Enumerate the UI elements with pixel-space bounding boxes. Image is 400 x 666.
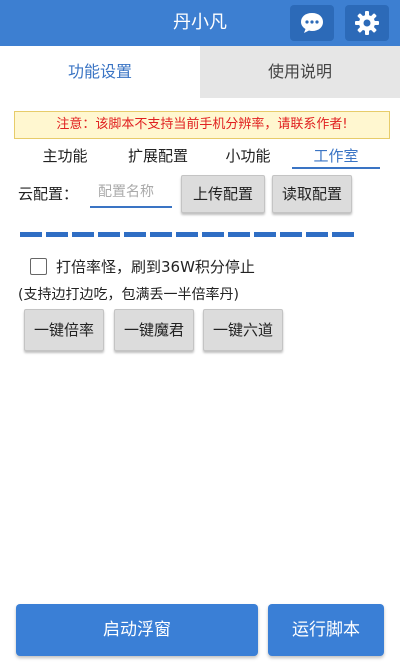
main-tabs: 功能设置 使用说明: [0, 46, 400, 98]
progress-segment: [254, 232, 276, 237]
progress-segment: [20, 232, 42, 237]
sub-tabs: 主功能 扩展配置 小功能 工作室: [0, 143, 400, 171]
read-config-button[interactable]: 读取配置: [272, 175, 352, 213]
progress-segment: [202, 232, 224, 237]
tab-function-settings[interactable]: 功能设置: [0, 46, 200, 98]
subtab-main-function[interactable]: 主功能: [26, 143, 104, 169]
progress-segment: [150, 232, 172, 237]
chat-button[interactable]: [290, 5, 334, 41]
subtab-studio[interactable]: 工作室: [292, 143, 380, 169]
progress-segment: [176, 232, 198, 237]
resolution-notice: 注意：该脚本不支持当前手机分辨率，请联系作者!: [14, 111, 390, 139]
cloud-config-label: 云配置：: [18, 185, 79, 203]
subtab-extended-config[interactable]: 扩展配置: [112, 143, 204, 169]
tab-usage-guide[interactable]: 使用说明: [200, 46, 400, 98]
progress-segment: [332, 232, 354, 237]
upload-config-button[interactable]: 上传配置: [181, 175, 265, 213]
progress-bar: [20, 232, 354, 238]
settings-button[interactable]: [345, 5, 389, 41]
progress-segment: [228, 232, 250, 237]
progress-segment: [98, 232, 120, 237]
multiplier-checkbox[interactable]: [30, 258, 47, 275]
config-name-input[interactable]: [90, 178, 172, 208]
start-float-window-button[interactable]: 启动浮窗: [16, 604, 258, 656]
progress-segment: [306, 232, 328, 237]
one-click-mojun-button[interactable]: 一键魔君: [114, 309, 194, 351]
option-hint: (支持边打边吃，包满丢一半倍率丹): [18, 287, 239, 303]
app-title: 丹小凡: [173, 12, 227, 33]
run-script-button[interactable]: 运行脚本: [268, 604, 384, 656]
progress-segment: [280, 232, 302, 237]
progress-segment: [46, 232, 68, 237]
progress-segment: [72, 232, 94, 237]
title-bar: 丹小凡: [0, 0, 400, 46]
gear-icon: [355, 11, 379, 35]
one-click-liudao-button[interactable]: 一键六道: [203, 309, 283, 351]
subtab-small-function[interactable]: 小功能: [208, 143, 288, 169]
chat-icon: [301, 13, 323, 33]
multiplier-option-label: 打倍率怪，刷到36W积分停止: [56, 258, 255, 276]
progress-segment: [124, 232, 146, 237]
one-click-multiplier-button[interactable]: 一键倍率: [24, 309, 104, 351]
